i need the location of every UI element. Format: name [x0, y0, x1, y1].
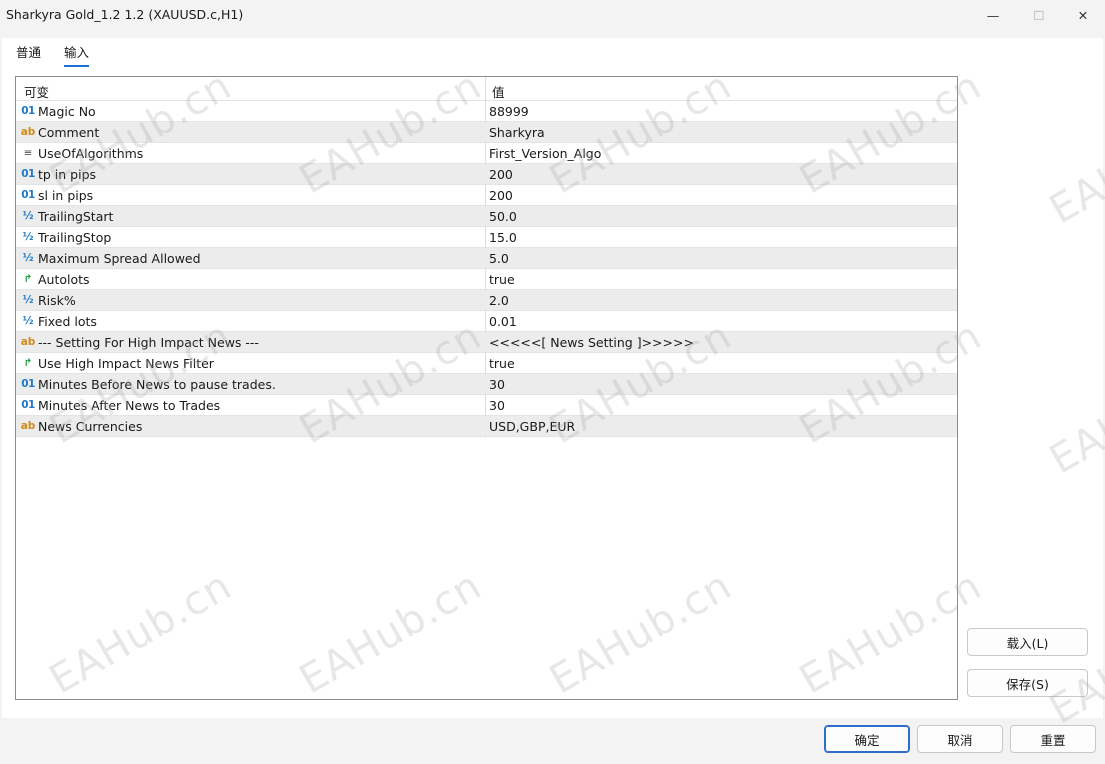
- boolean-type-icon: ↱: [23, 273, 33, 285]
- tab-general[interactable]: 普通: [16, 42, 41, 65]
- variable-name: sl in pips: [38, 188, 94, 203]
- close-icon[interactable]: ✕: [1060, 0, 1105, 30]
- tab-inputs[interactable]: 输入: [64, 42, 90, 67]
- enum-type-icon: ≡: [23, 147, 33, 159]
- variable-value[interactable]: true: [489, 356, 515, 371]
- variable-name: Minutes Before News to pause trades.: [38, 377, 276, 392]
- variable-name: TrailingStop: [38, 230, 112, 245]
- maximize-icon[interactable]: ☐: [1016, 0, 1062, 30]
- cancel-button[interactable]: 取消: [917, 725, 1003, 753]
- table-row[interactable]: 01 tp in pips 200: [16, 164, 957, 185]
- save-button[interactable]: 保存(S): [967, 669, 1088, 697]
- table-row[interactable]: ½ Risk% 2.0: [16, 290, 957, 311]
- variable-name: --- Setting For High Impact News ---: [38, 335, 259, 350]
- variable-name: Fixed lots: [38, 314, 97, 329]
- minimize-icon[interactable]: —: [970, 0, 1016, 30]
- variable-value[interactable]: 50.0: [489, 209, 517, 224]
- table-row[interactable]: ↱ Use High Impact News Filter true: [16, 353, 957, 374]
- variable-name: tp in pips: [38, 167, 97, 182]
- string-type-icon: ab: [20, 126, 36, 138]
- variable-value[interactable]: true: [489, 272, 515, 287]
- variable-name: Risk%: [38, 293, 76, 308]
- double-type-icon: ½: [22, 231, 34, 243]
- table-header: 可变 值: [16, 77, 957, 101]
- variable-name: Minutes After News to Trades: [38, 398, 221, 413]
- variable-value[interactable]: 200: [489, 167, 513, 182]
- column-header-value[interactable]: 值: [492, 82, 505, 101]
- integer-type-icon: 01: [21, 168, 35, 180]
- variable-name: UseOfAlgorithms: [38, 146, 144, 161]
- table-row[interactable]: ab News Currencies USD,GBP,EUR: [16, 416, 957, 437]
- integer-type-icon: 01: [21, 399, 35, 411]
- boolean-type-icon: ↱: [23, 357, 33, 369]
- table-row[interactable]: ≡ UseOfAlgorithms First_Version_Algo: [16, 143, 957, 164]
- table-row[interactable]: 01 sl in pips 200: [16, 185, 957, 206]
- load-button[interactable]: 载入(L): [967, 628, 1088, 656]
- variable-name: News Currencies: [38, 419, 143, 434]
- variable-name: Use High Impact News Filter: [38, 356, 214, 371]
- double-type-icon: ½: [22, 210, 34, 222]
- variable-value[interactable]: 200: [489, 188, 513, 203]
- table-row[interactable]: ½ TrailingStop 15.0: [16, 227, 957, 248]
- variable-name: Magic No: [38, 104, 96, 119]
- variable-name: Maximum Spread Allowed: [38, 251, 201, 266]
- variable-value[interactable]: 0.01: [489, 314, 517, 329]
- table-row[interactable]: ½ TrailingStart 50.0: [16, 206, 957, 227]
- double-type-icon: ½: [22, 315, 34, 327]
- variable-value[interactable]: 88999: [489, 104, 529, 119]
- variable-value[interactable]: 30: [489, 377, 505, 392]
- table-row[interactable]: ½ Maximum Spread Allowed 5.0: [16, 248, 957, 269]
- reset-button[interactable]: 重置: [1010, 725, 1096, 753]
- integer-type-icon: 01: [21, 105, 35, 117]
- variable-value[interactable]: 2.0: [489, 293, 509, 308]
- string-type-icon: ab: [20, 420, 36, 432]
- variable-name: Autolots: [38, 272, 90, 287]
- inputs-table: 可变 值 01 Magic No 88999 ab Comment Sharkyra ≡ Us…: [15, 76, 958, 700]
- integer-type-icon: 01: [21, 378, 35, 390]
- variable-name: TrailingStart: [38, 209, 114, 224]
- ok-button[interactable]: 确定: [824, 725, 910, 753]
- variable-value[interactable]: 30: [489, 398, 505, 413]
- variable-value[interactable]: First_Version_Algo: [489, 146, 601, 161]
- variable-value[interactable]: <<<<<[ News Setting ]>>>>>: [489, 335, 694, 350]
- title-bar: Sharkyra Gold_1.2 1.2 (XAUUSD.c,H1) — ☐ …: [0, 0, 1105, 30]
- variable-name: Comment: [38, 125, 100, 140]
- window-title: Sharkyra Gold_1.2 1.2 (XAUUSD.c,H1): [6, 7, 244, 22]
- column-header-variable[interactable]: 可变: [24, 82, 49, 101]
- table-row[interactable]: 01 Minutes After News to Trades 30: [16, 395, 957, 416]
- table-row[interactable]: ½ Fixed lots 0.01: [16, 311, 957, 332]
- double-type-icon: ½: [22, 252, 34, 264]
- variable-value[interactable]: USD,GBP,EUR: [489, 419, 575, 434]
- table-row[interactable]: ab Comment Sharkyra: [16, 122, 957, 143]
- table-row[interactable]: ↱ Autolots true: [16, 269, 957, 290]
- string-type-icon: ab: [20, 336, 36, 348]
- integer-type-icon: 01: [21, 189, 35, 201]
- table-row[interactable]: 01 Minutes Before News to pause trades. 30: [16, 374, 957, 395]
- table-row[interactable]: 01 Magic No 88999: [16, 101, 957, 122]
- variable-value[interactable]: 15.0: [489, 230, 517, 245]
- table-row[interactable]: ab --- Setting For High Impact News --- <…: [16, 332, 957, 353]
- dialog-footer: 确定 取消 重置: [0, 718, 1105, 764]
- variable-value[interactable]: 5.0: [489, 251, 509, 266]
- variable-value[interactable]: Sharkyra: [489, 125, 545, 140]
- double-type-icon: ½: [22, 294, 34, 306]
